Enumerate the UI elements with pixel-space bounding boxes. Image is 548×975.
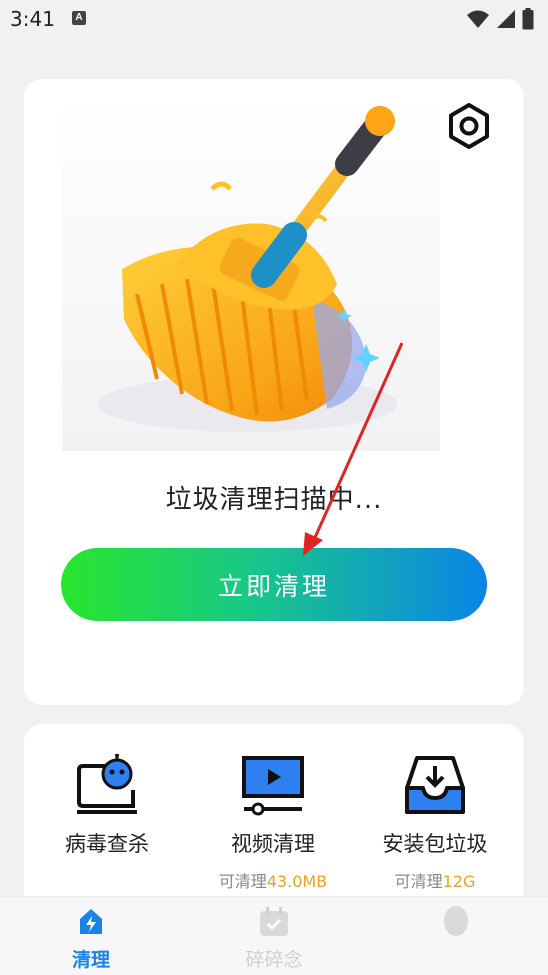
tools-card: 病毒查杀 视频清理 可清理43.0MB 安装包垃圾 可清理12G (24, 724, 524, 924)
signal-icon (497, 10, 515, 28)
tool-label: 安装包垃圾 (382, 832, 488, 856)
bottom-tab-bar: 清理 碎碎念 (0, 896, 548, 975)
notification-a-icon: A (72, 11, 86, 25)
virus-scan-icon (77, 754, 137, 814)
tool-sub-text: 可清理43.0MB (218, 872, 328, 891)
battery-icon (522, 8, 534, 30)
tool-sub-value: 43.0MB (266, 872, 328, 891)
egg-icon (444, 906, 468, 936)
status-bar: 3:41 A (0, 0, 548, 40)
tab-notes[interactable]: 碎碎念 (214, 905, 334, 972)
wifi-icon (467, 10, 489, 28)
status-icons (466, 8, 534, 30)
settings-icon[interactable] (446, 103, 492, 149)
tool-package-clean[interactable]: 安装包垃圾 可清理12G (360, 754, 510, 892)
tool-label: 视频清理 (231, 832, 315, 856)
tool-video-clean[interactable]: 视频清理 可清理43.0MB (198, 754, 348, 892)
tab-label: 碎碎念 (245, 949, 303, 971)
tool-virus-scan[interactable]: 病毒查杀 (32, 754, 182, 858)
tab-label: 清理 (71, 949, 110, 971)
scan-status-text: 垃圾清理扫描中... (165, 485, 383, 515)
clean-now-button[interactable]: 立即清理 (61, 548, 487, 621)
tool-sub-text: 可清理12G (394, 872, 476, 891)
package-icon (405, 756, 465, 814)
broom-illustration (62, 99, 440, 451)
tab-egg[interactable] (396, 905, 516, 945)
clean-card: 垃圾清理扫描中... 立即清理 (24, 79, 524, 705)
tool-label: 病毒查杀 (65, 832, 149, 856)
video-icon (242, 756, 304, 816)
tab-clean[interactable]: 清理 (31, 905, 151, 972)
tool-sub-value: 12G (442, 872, 476, 891)
clean-tab-icon (80, 909, 102, 934)
calendar-check-icon (260, 907, 288, 936)
status-time: 3:41 (10, 7, 55, 31)
